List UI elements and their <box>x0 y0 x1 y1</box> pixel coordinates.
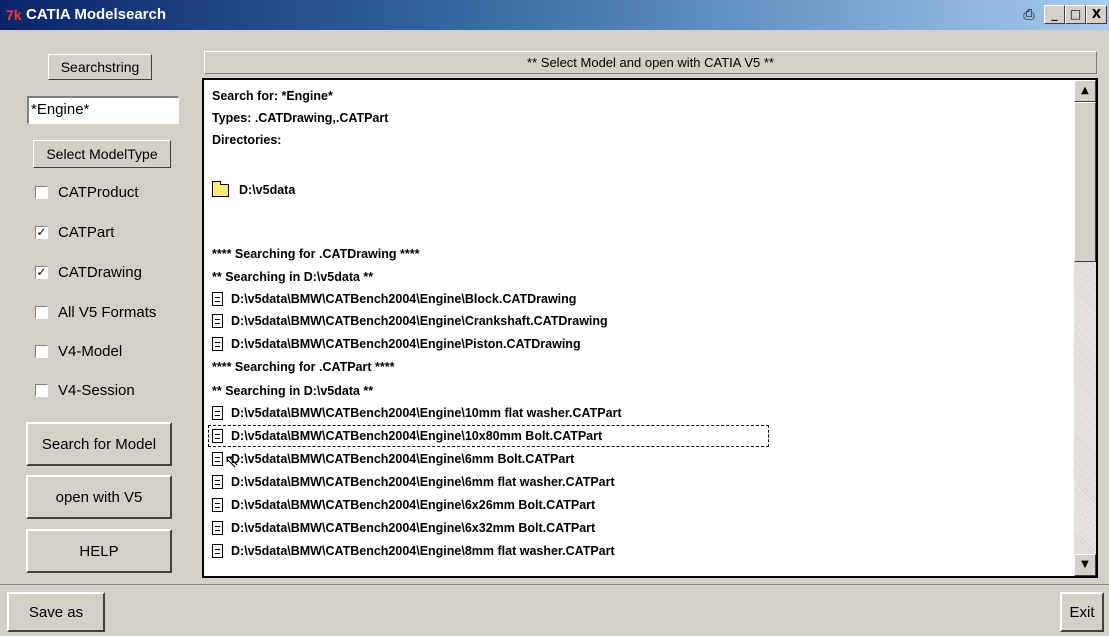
result-text: D:\v5data\BMW\CATBench2004\Engine\Piston… <box>231 337 581 351</box>
checkbox-row-all-v5-formats[interactable]: All V5 Formats <box>35 302 156 322</box>
checkbox-label: All V5 Formats <box>58 303 157 321</box>
result-info-line: Search for: *Engine* <box>212 86 333 106</box>
checkbox[interactable] <box>35 185 48 199</box>
result-file-row[interactable]: D:\v5data\BMW\CATBench2004\Engine\10x80m… <box>208 425 769 447</box>
checkbox-row-catdrawing[interactable]: ✓ CATDrawing <box>35 262 142 282</box>
file-icon <box>212 292 223 306</box>
result-info-line: **** Searching for .CATDrawing **** <box>212 244 419 264</box>
result-text: D:\v5data\BMW\CATBench2004\Engine\6x26mm… <box>231 498 596 512</box>
result-info-line: ** Searching in D:\v5data ** <box>212 267 373 287</box>
file-icon <box>212 544 223 558</box>
file-icon <box>212 337 223 351</box>
maximize-button[interactable]: □ <box>1065 5 1086 24</box>
result-text: D:\v5data\BMW\CATBench2004\Engine\6mm fl… <box>231 475 615 489</box>
result-info-line: Types: .CATDrawing,.CATPart <box>212 108 388 128</box>
open-with-v5-button[interactable]: open with V5 <box>26 475 172 519</box>
app-logo-icon: 7k <box>6 7 22 23</box>
file-icon <box>212 314 223 328</box>
search-for-model-button[interactable]: Search for Model <box>26 422 172 466</box>
results-header: ** Select Model and open with CATIA V5 *… <box>204 51 1097 74</box>
checkbox-label: CATPart <box>58 223 115 241</box>
result-info-line: ** Searching in D:\v5data ** <box>212 381 373 401</box>
checkbox[interactable] <box>35 344 48 358</box>
result-text: ** Searching in D:\v5data ** <box>212 270 374 284</box>
result-text: Search for: *Engine* <box>212 89 333 103</box>
result-text: **** Searching for .CATPart **** <box>212 360 395 374</box>
checkbox[interactable]: ✓ <box>35 265 48 279</box>
result-file-row[interactable]: D:\v5data\BMW\CATBench2004\Engine\6x32mm… <box>212 518 595 538</box>
result-text: D:\v5data\BMW\CATBench2004\Engine\Cranks… <box>231 314 608 328</box>
close-button[interactable]: X <box>1086 5 1107 24</box>
scrollbar-thumb[interactable] <box>1074 102 1096 262</box>
result-file-row[interactable]: D:\v5data\BMW\CATBench2004\Engine\6mm Bo… <box>212 449 574 469</box>
bottom-bar <box>0 584 1109 636</box>
checkbox-row-catproduct[interactable]: CATProduct <box>35 182 139 202</box>
result-text: D:\v5data\BMW\CATBench2004\Engine\10mm f… <box>231 406 622 420</box>
exit-button[interactable]: Exit <box>1060 592 1104 632</box>
result-file-row[interactable]: D:\v5data\BMW\CATBench2004\Engine\8mm fl… <box>212 541 615 561</box>
checkbox-row-catpart[interactable]: ✓ CATPart <box>35 222 114 242</box>
results-list-content: Search for: *Engine* Types: .CATDrawing,.… <box>204 80 1076 576</box>
minimize-button[interactable]: _ <box>1044 5 1065 24</box>
file-icon <box>212 475 223 489</box>
result-text: D:\v5data\BMW\CATBench2004\Engine\6x32mm… <box>231 521 596 535</box>
save-as-button[interactable]: Save as <box>7 592 105 632</box>
file-icon <box>212 498 223 512</box>
results-list[interactable]: Search for: *Engine* Types: .CATDrawing,.… <box>202 78 1098 578</box>
title-bar[interactable]: 7k CATIA Modelsearch ⎙ _ □ X <box>0 0 1109 30</box>
result-info-line: Directories: <box>212 130 281 150</box>
result-file-row[interactable]: D:\v5data\BMW\CATBench2004\Engine\10mm f… <box>212 403 622 423</box>
result-text: D:\v5data\BMW\CATBench2004\Engine\Block.… <box>231 292 577 306</box>
print-icon[interactable]: ⎙ <box>1018 5 1040 25</box>
checkbox[interactable] <box>35 383 48 397</box>
file-icon <box>212 429 223 443</box>
file-icon <box>212 521 223 535</box>
scroll-up-icon[interactable]: ▲ <box>1074 80 1096 102</box>
result-file-row[interactable]: D:\v5data\BMW\CATBench2004\Engine\Piston… <box>212 334 581 354</box>
scroll-down-icon[interactable]: ▼ <box>1074 554 1096 576</box>
directory-row[interactable]: D:\v5data <box>212 180 295 200</box>
window-title: CATIA Modelsearch <box>26 6 167 23</box>
result-text: D:\v5data <box>239 183 296 197</box>
result-text: ** Searching in D:\v5data ** <box>212 384 374 398</box>
result-text: D:\v5data\BMW\CATBench2004\Engine\8mm fl… <box>231 544 615 558</box>
checkbox-label: V4-Model <box>58 342 123 360</box>
select-modeltype-button[interactable]: Select ModelType <box>33 140 171 168</box>
result-info-line: **** Searching for .CATPart **** <box>212 357 394 377</box>
search-input[interactable]: *Engine* <box>27 96 179 124</box>
searchstring-label-button[interactable]: Searchstring <box>48 54 152 80</box>
help-button[interactable]: HELP <box>26 529 172 573</box>
result-text: Types: .CATDrawing,.CATPart <box>212 111 389 125</box>
file-icon <box>212 452 223 466</box>
result-file-row[interactable]: D:\v5data\BMW\CATBench2004\Engine\Cranks… <box>212 311 608 331</box>
vertical-scrollbar[interactable]: ▲ ▼ <box>1074 80 1096 576</box>
result-file-row[interactable]: D:\v5data\BMW\CATBench2004\Engine\6mm fl… <box>212 472 615 492</box>
checkbox[interactable] <box>35 305 48 319</box>
result-file-row[interactable]: D:\v5data\BMW\CATBench2004\Engine\6x26mm… <box>212 495 595 515</box>
checkbox[interactable]: ✓ <box>35 225 48 239</box>
checkbox-label: CATProduct <box>58 183 139 201</box>
checkbox-row-v4-session[interactable]: V4-Session <box>35 380 135 400</box>
result-text: **** Searching for .CATDrawing **** <box>212 247 420 261</box>
result-file-row[interactable]: D:\v5data\BMW\CATBench2004\Engine\Block.… <box>212 289 576 309</box>
result-text: D:\v5data\BMW\CATBench2004\Engine\10x80m… <box>231 429 603 443</box>
folder-icon <box>212 180 229 197</box>
checkbox-label: CATDrawing <box>58 263 142 281</box>
result-text: D:\v5data\BMW\CATBench2004\Engine\6mm Bo… <box>231 452 575 466</box>
checkbox-label: V4-Session <box>58 381 135 399</box>
mouse-cursor-icon: ⇖ <box>224 451 240 472</box>
checkbox-row-v4-model[interactable]: V4-Model <box>35 341 122 361</box>
result-text: Directories: <box>212 133 282 147</box>
file-icon <box>212 406 223 420</box>
